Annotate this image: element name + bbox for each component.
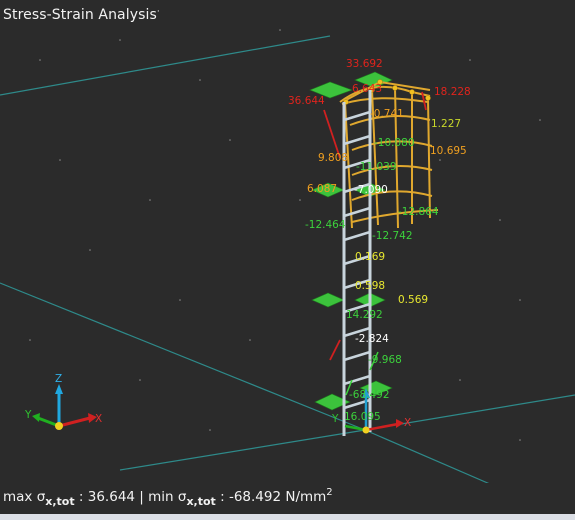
value-label: 9.808 [318, 152, 348, 164]
value-label: 6.643 [352, 83, 382, 95]
value-label: 6.087 [307, 183, 337, 195]
value-label: -12.464 [305, 219, 346, 231]
model-canvas[interactable]: X Y Z Y X 33.692 6.643 18.228 36.644 -0.741 1… [0, 0, 575, 520]
value-label: -0.741 [370, 108, 404, 120]
axis-z-label: Z [55, 373, 62, 385]
max-subscript: x,tot [45, 495, 75, 508]
origin-x-label: X [404, 417, 411, 429]
min-value: : -68.492 N/mm [215, 489, 327, 505]
bottom-scrollbar[interactable] [0, 514, 575, 520]
min-label: min σ [148, 489, 187, 505]
max-label: max σ [3, 489, 46, 505]
value-label: 18.228 [434, 86, 471, 98]
value-label: 33.692 [346, 58, 383, 70]
value-label: -9.968 [368, 354, 402, 366]
value-label: -7.090 [354, 184, 388, 196]
value-label: 36.644 [288, 95, 325, 107]
value-label: 0.598 [355, 280, 385, 292]
unit-exponent: 2 [326, 487, 333, 498]
axis-x-label: X [95, 413, 102, 425]
result-value-labels: 33.692 6.643 18.228 36.644 -0.741 1.227 -10.08… [288, 58, 471, 423]
value-label: -11.039 [356, 161, 397, 173]
value-label: -68.492 [349, 389, 390, 401]
min-subscript: x,tot [186, 495, 216, 508]
title-marker: · [156, 7, 160, 17]
view-title: Stress-Strain Analysis· [3, 7, 160, 23]
results-summary-bar: max σx,tot : 36.644 | min σx,tot : -68.4… [0, 483, 575, 520]
origin-y-label: Y [331, 413, 339, 425]
3d-viewport[interactable]: X Y Z Y X 33.692 6.643 18.228 36.644 -0.741 1… [0, 0, 575, 520]
value-label: 1.227 [431, 118, 461, 130]
results-summary-text: max σx,tot : 36.644 | min σx,tot : -68.4… [3, 487, 333, 508]
value-label: -12.864 [398, 206, 439, 218]
max-value: : 36.644 [74, 489, 135, 505]
value-label: -2.824 [355, 333, 389, 345]
value-label: 10.695 [430, 145, 467, 157]
value-label: 14.292 [346, 309, 383, 321]
value-label: 16.095 [344, 411, 381, 423]
axes-triad [32, 384, 97, 430]
axis-y-label: Y [24, 409, 32, 421]
separator: | [135, 489, 149, 505]
value-label: -10.080 [374, 137, 415, 149]
value-label: -12.742 [372, 230, 413, 242]
value-label: 0.169 [355, 251, 385, 263]
value-label: 0.569 [398, 294, 428, 306]
